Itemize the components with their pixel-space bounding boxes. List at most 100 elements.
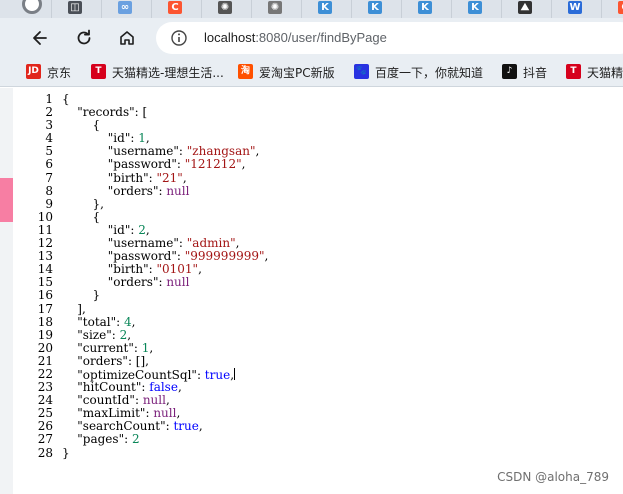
code-token: } [62, 288, 101, 303]
csdn-icon: C [618, 1, 623, 14]
address-url[interactable]: localhost:8080/user/findByPage [204, 30, 387, 45]
code-token: , [177, 380, 182, 395]
code-token: : [ [134, 105, 148, 120]
code-token: "total" [77, 314, 117, 329]
browser-tab[interactable]: W [550, 0, 602, 18]
chatgpt-icon: ✺ [218, 1, 232, 14]
code-token: : [], [127, 353, 149, 368]
browser-tab[interactable]: ✺ [200, 0, 252, 18]
code-token: "orders" [77, 353, 128, 368]
code-token: "countId" [77, 393, 135, 408]
code-token: null [142, 393, 166, 408]
browser-tab[interactable]: K [400, 0, 452, 18]
browser-tab[interactable]: ⛰ [500, 0, 552, 18]
line-number: 20 [37, 340, 53, 355]
book-icon: ◫ [68, 1, 82, 14]
code-token: : [176, 249, 185, 264]
back-button[interactable] [26, 24, 54, 52]
code-token: 4 [124, 314, 132, 329]
k-icon: K [418, 1, 432, 14]
code-token: "maxLimit" [77, 406, 146, 421]
address-bar[interactable]: localhost:8080/user/findByPage [156, 22, 623, 54]
code-token: , [198, 419, 203, 434]
code-token: "0101" [156, 262, 199, 277]
line-number: 10 [37, 209, 53, 224]
code-token: , [145, 131, 150, 146]
code-token: "password" [107, 157, 177, 172]
bookmark-label: 京东 [47, 66, 72, 80]
code-token: "id" [107, 131, 131, 146]
tmall-icon: T [91, 64, 106, 79]
line-number: 16 [37, 288, 53, 303]
line-number: 28 [37, 445, 53, 460]
line-number: 17 [37, 301, 53, 316]
home-button[interactable] [113, 24, 141, 52]
code-token: , [176, 406, 181, 421]
code-token: }, [62, 196, 104, 211]
code-token: "pages" [77, 432, 125, 447]
background-page-edge [0, 88, 13, 494]
code-token: , [145, 222, 150, 237]
line-number: 27 [37, 432, 53, 447]
browser-tab[interactable]: C [150, 0, 202, 18]
browser-tab[interactable]: ◫ [50, 0, 102, 18]
code-token: : [176, 157, 185, 172]
code-token: 1 [138, 131, 146, 146]
bookmark-label: 爱淘宝PC新版 [259, 66, 335, 80]
code-token: null [153, 406, 177, 421]
browser-tab[interactable]: C [600, 0, 623, 18]
json-viewer[interactable]: 1{2 "records": [3 {4 "id": 1, 5 "username… [13, 88, 623, 494]
avatar-icon [22, 0, 42, 14]
code-token: , [165, 393, 170, 408]
line-content: "pages": 2 [62, 432, 140, 447]
bookmark-label: 天猫精 [587, 66, 623, 80]
code-token: 2 [138, 222, 146, 237]
code-token: , [241, 157, 246, 172]
line-number: 18 [37, 314, 53, 329]
code-token: null [166, 275, 190, 290]
browser-tab[interactable]: K [450, 0, 502, 18]
csdn-watermark: CSDN @aloha_789 [497, 470, 609, 484]
browser-tab[interactable]: ∞ [100, 0, 152, 18]
code-token: , [182, 170, 187, 185]
taobao-icon: 淘 [238, 64, 253, 79]
code-token: : [116, 314, 125, 329]
url-host: localhost [204, 30, 256, 45]
code-token: 2 [131, 432, 140, 447]
k-icon: K [468, 1, 482, 14]
home-icon [120, 31, 134, 45]
link-icon: ∞ [118, 1, 132, 14]
code-token: "current" [77, 340, 134, 355]
code-token: "zhangsan" [186, 144, 256, 159]
tmall-icon: T [566, 64, 581, 79]
line-number: 6 [45, 157, 53, 172]
line-number: 19 [37, 327, 53, 342]
site-info-icon[interactable] [170, 29, 188, 47]
code-token: "birth" [107, 262, 149, 277]
browser-tab[interactable]: ✺ [250, 0, 302, 18]
text-caret [234, 367, 236, 380]
code-token: "hitCount" [77, 380, 142, 395]
browser-tab[interactable] [0, 0, 52, 18]
code-token: : [148, 262, 157, 277]
reload-button[interactable] [70, 24, 98, 52]
code-token: ], [62, 301, 86, 316]
browser-tab[interactable]: K [300, 0, 352, 18]
k-icon: K [368, 1, 382, 14]
code-token: true [204, 367, 231, 382]
code-token: , [127, 327, 132, 342]
code-token: "size" [77, 327, 112, 342]
browser-tab[interactable]: K [350, 0, 402, 18]
